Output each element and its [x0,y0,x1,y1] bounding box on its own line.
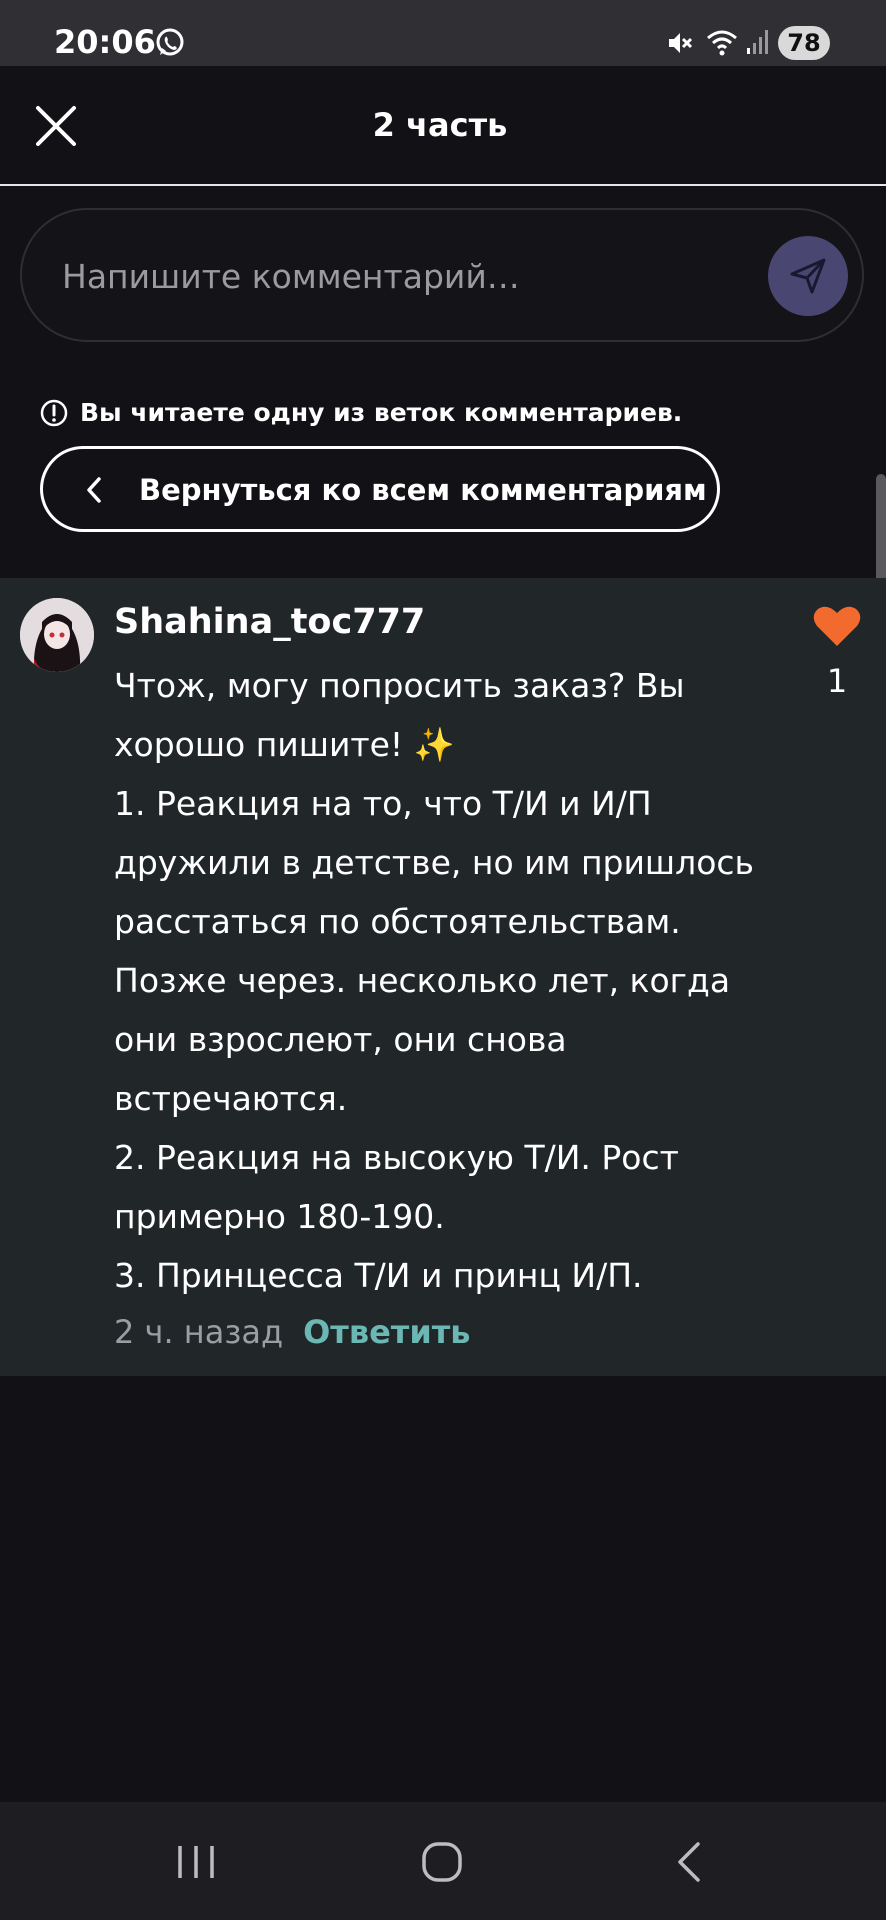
reply-button[interactable]: Ответить [303,1313,470,1351]
thread-info-text: Вы читаете одну из веток комментариев. [80,398,683,427]
send-button[interactable] [768,236,848,316]
send-icon [790,258,826,294]
whatsapp-icon [154,27,186,59]
comment-card: Shahina_toc777 Чтож, могу попросить зака… [0,578,886,1376]
navigation-bar [0,1802,886,1920]
chevron-left-icon [87,477,101,503]
thread-info: Вы читаете одну из веток комментариев. [40,396,682,430]
signal-icon [745,28,771,56]
page-title: 2 часть [372,106,508,144]
comment-input[interactable] [60,246,744,306]
recent-apps-icon [178,1846,214,1878]
back-to-all-comments-label: Вернуться ко всем комментариям [139,473,707,507]
comment-line: расстаться по обстоятельствам. [114,902,681,941]
back-icon [678,1842,700,1882]
comment-line: они взрослеют, они снова [114,1020,567,1059]
back-button[interactable] [672,1838,706,1886]
back-to-all-comments-button[interactable]: Вернуться ко всем комментариям [40,446,720,532]
comment-line: 3. Принцесса Т/И и принц И/П. [114,1256,643,1295]
like-button[interactable] [812,604,862,648]
recent-apps-button[interactable] [174,1842,218,1882]
home-button[interactable] [420,1840,464,1884]
status-bar: 20:06 78 [0,0,886,66]
comment-line: 1. Реакция на то, что Т/И и И/П [114,784,652,823]
comment-line: 2. Реакция на высокую Т/И. Рост [114,1138,679,1177]
comment-author[interactable]: Shahina_toc777 [114,598,425,646]
comment-footer: 2 ч. назад Ответить [114,1308,471,1356]
mute-icon [665,28,695,58]
header: 2 часть [0,66,886,186]
battery-icon: 78 [778,26,830,60]
heart-icon [813,606,861,646]
avatar[interactable] [20,598,94,672]
comment-line: Позже через. несколько лет, когда [114,961,731,1000]
comment-line: дружили в детстве, но им пришлось [114,843,755,882]
like-count: 1 [826,662,848,700]
comment-line: хорошо пишите! ✨ [114,725,455,764]
comment-input-container [20,208,864,342]
status-time: 20:06 [54,23,156,61]
comment-line: примерно 180-190. [114,1197,445,1236]
wifi-icon [705,26,739,58]
comment-line: Чтож, могу попросить заказ? Вы [114,666,685,705]
comment-body: Чтож, могу попросить заказ? Вы хорошо пи… [114,656,764,1305]
info-icon [40,399,68,427]
comment-line: встречаются. [114,1079,348,1118]
home-icon [422,1842,462,1882]
comment-timestamp: 2 ч. назад [114,1313,284,1351]
